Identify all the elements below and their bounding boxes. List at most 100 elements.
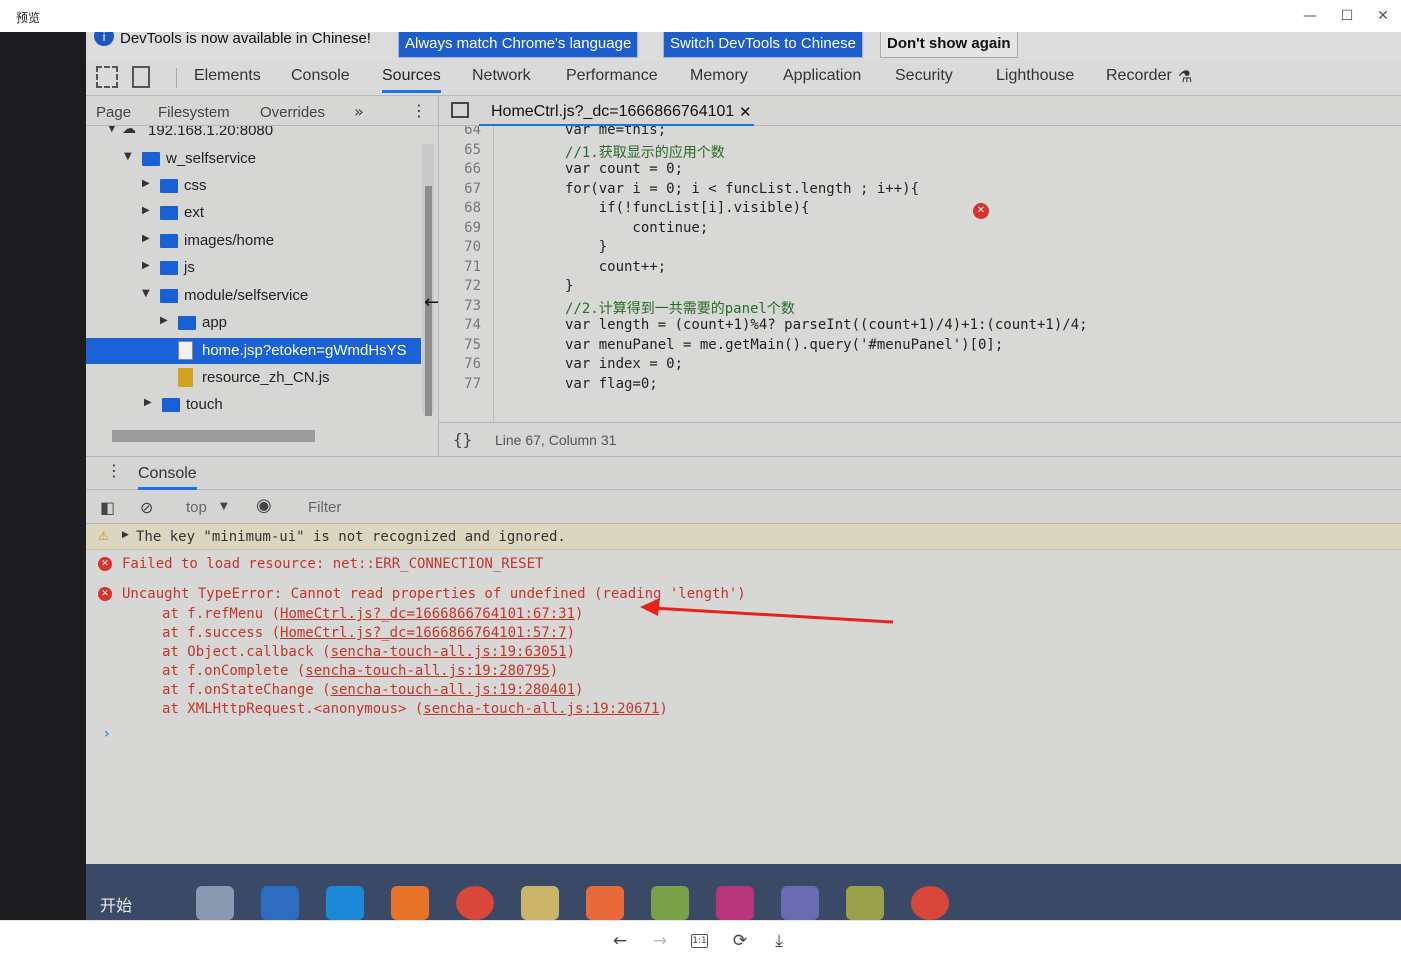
chevron-down-icon[interactable]: ▼ (220, 501, 228, 512)
tab-lighthouse[interactable]: Lighthouse (996, 67, 1074, 85)
context-selector[interactable]: top (186, 499, 207, 516)
sidebar-toggle-icon[interactable]: ◧ (100, 498, 115, 517)
tab-application[interactable]: Application (783, 67, 861, 85)
terminal-icon[interactable] (261, 886, 299, 920)
app-icon[interactable] (586, 886, 624, 920)
tree-item-w-selfservice[interactable]: ▼ w_selfservice (86, 146, 421, 172)
expand-arrow-icon[interactable]: ▶ (122, 530, 129, 540)
line-number[interactable]: 66 (439, 161, 481, 177)
previous-image-button[interactable]: ← (607, 929, 633, 953)
line-number[interactable]: 65 (439, 142, 481, 158)
close-window-button[interactable]: ✕ (1368, 4, 1398, 28)
nav-tab-filesystem[interactable]: Filesystem (158, 104, 230, 121)
filter-input[interactable]: Filter (308, 499, 341, 516)
line-number[interactable]: 68 (439, 200, 481, 216)
next-image-button[interactable]: → (647, 929, 673, 953)
code-editor[interactable]: ✕ 64 var me=this; 65//1.获取显示的应用个数 66 var cou… (438, 126, 1401, 422)
tree-item-images-home[interactable]: ▶ images/home (86, 228, 421, 254)
ie-icon[interactable] (326, 886, 364, 920)
stack-function: at Object.callback ( (162, 644, 331, 660)
tab-elements[interactable]: Elements (194, 67, 261, 85)
collapse-arrow-icon[interactable]: ▶ (142, 260, 150, 271)
navigator-menu-icon[interactable]: ⋮ (411, 101, 427, 120)
line-number[interactable]: 71 (439, 259, 481, 275)
tree-item-origin[interactable]: ▼ ☁ 192.168.1.20:8080 (86, 126, 421, 144)
tree-item-css[interactable]: ▶ css (86, 173, 421, 199)
toggle-navigator-icon[interactable] (451, 102, 469, 118)
maximize-button[interactable]: ☐ (1332, 4, 1362, 28)
line-number[interactable]: 74 (439, 317, 481, 333)
tab-network[interactable]: Network (472, 67, 531, 85)
tab-recorder[interactable]: Recorder (1106, 67, 1172, 85)
tool-icon[interactable] (196, 886, 234, 920)
rotate-button[interactable]: ⟳ (727, 929, 753, 953)
actual-size-button[interactable]: 1:1 (691, 934, 708, 948)
tab-memory[interactable]: Memory (690, 67, 748, 85)
line-number[interactable]: 72 (439, 278, 481, 294)
chart-icon[interactable] (846, 886, 884, 920)
source-link[interactable]: HomeCtrl.js?_dc=1666866764101:67:31 (280, 606, 575, 622)
minimize-button[interactable]: — (1295, 4, 1325, 28)
collapse-arrow-icon[interactable]: ▶ (142, 178, 150, 189)
viewer-title: 预览 (16, 11, 41, 25)
tree-item-js[interactable]: ▶ js (86, 255, 421, 281)
match-language-button[interactable]: Always match Chrome's language (398, 32, 639, 58)
chrome-icon[interactable] (456, 886, 494, 920)
inspect-element-icon[interactable] (96, 66, 118, 88)
line-number[interactable]: 75 (439, 337, 481, 353)
line-number[interactable]: 70 (439, 239, 481, 255)
nav-tab-page[interactable]: Page (96, 104, 131, 121)
collapse-arrow-icon[interactable]: ▶ (160, 315, 168, 326)
chrome-active-icon[interactable] (911, 886, 949, 920)
close-tab-icon[interactable]: ✕ (739, 103, 752, 121)
source-link[interactable]: HomeCtrl.js?_dc=1666866764101:57:7 (280, 625, 567, 641)
line-number[interactable]: 64 (439, 126, 481, 138)
eye-icon[interactable]: ◉ (256, 495, 272, 516)
switch-chinese-button[interactable]: Switch DevTools to Chinese (663, 32, 863, 58)
collapse-arrow-icon[interactable]: ▶ (144, 397, 152, 408)
download-button[interactable]: ⤓ (766, 929, 792, 953)
device-toolbar-icon[interactable] (132, 66, 150, 88)
drawer-menu-icon[interactable]: ⋮ (106, 461, 122, 480)
line-number[interactable]: 77 (439, 376, 481, 392)
tree-item-ext[interactable]: ▶ ext (86, 200, 421, 226)
tree-hscrollbar-thumb[interactable] (112, 430, 315, 442)
code-text: var me=this; (565, 126, 667, 138)
collapse-arrow-icon[interactable]: ▶ (142, 205, 150, 216)
dont-show-again-button[interactable]: Don't show again (880, 32, 1018, 58)
source-link[interactable]: sencha-touch-all.js:19:63051 (331, 644, 567, 660)
folder-icon[interactable] (651, 886, 689, 920)
editor-file-tab[interactable]: HomeCtrl.js?_dc=1666866764101 (491, 103, 734, 121)
tab-security[interactable]: Security (895, 67, 953, 85)
firefox-icon[interactable] (391, 886, 429, 920)
expand-arrow-icon[interactable]: ▼ (108, 126, 116, 134)
tree-item-app[interactable]: ▶ app (86, 310, 421, 336)
tab-performance[interactable]: Performance (566, 67, 658, 85)
line-number[interactable]: 67 (439, 181, 481, 197)
source-link[interactable]: sencha-touch-all.js:19:280795 (305, 663, 549, 679)
console-prompt[interactable]: › (104, 726, 110, 742)
start-button[interactable]: 开始 (100, 892, 132, 916)
tree-item-module-selfservice[interactable]: ▼ module/selfservice (86, 283, 421, 309)
tab-sources[interactable]: Sources (382, 67, 441, 93)
notepad-icon[interactable] (521, 886, 559, 920)
database-icon[interactable] (716, 886, 754, 920)
tab-console[interactable]: Console (291, 67, 350, 85)
line-number[interactable]: 73 (439, 298, 481, 314)
more-tabs-icon[interactable]: » (354, 102, 364, 121)
drawer-tab-console[interactable]: Console (138, 465, 197, 490)
source-link[interactable]: sencha-touch-all.js:19:20671 (423, 701, 659, 717)
tree-item-touch[interactable]: ▶ touch (86, 392, 421, 418)
tree-item-resource-js[interactable]: resource_zh_CN.js (86, 365, 421, 391)
expand-arrow-icon[interactable]: ▼ (124, 151, 132, 162)
archive-icon[interactable] (781, 886, 819, 920)
expand-arrow-icon[interactable]: ▼ (142, 288, 150, 299)
line-number[interactable]: 69 (439, 220, 481, 236)
tree-item-home-jsp[interactable]: home.jsp?etoken=gWmdHsYS (86, 338, 421, 364)
clear-console-icon[interactable]: ⊘ (140, 498, 153, 517)
nav-tab-overrides[interactable]: Overrides (260, 104, 325, 121)
source-link[interactable]: sencha-touch-all.js:19:280401 (331, 682, 575, 698)
line-number[interactable]: 76 (439, 356, 481, 372)
pretty-print-icon[interactable]: {} (453, 430, 472, 449)
collapse-arrow-icon[interactable]: ▶ (142, 233, 150, 244)
